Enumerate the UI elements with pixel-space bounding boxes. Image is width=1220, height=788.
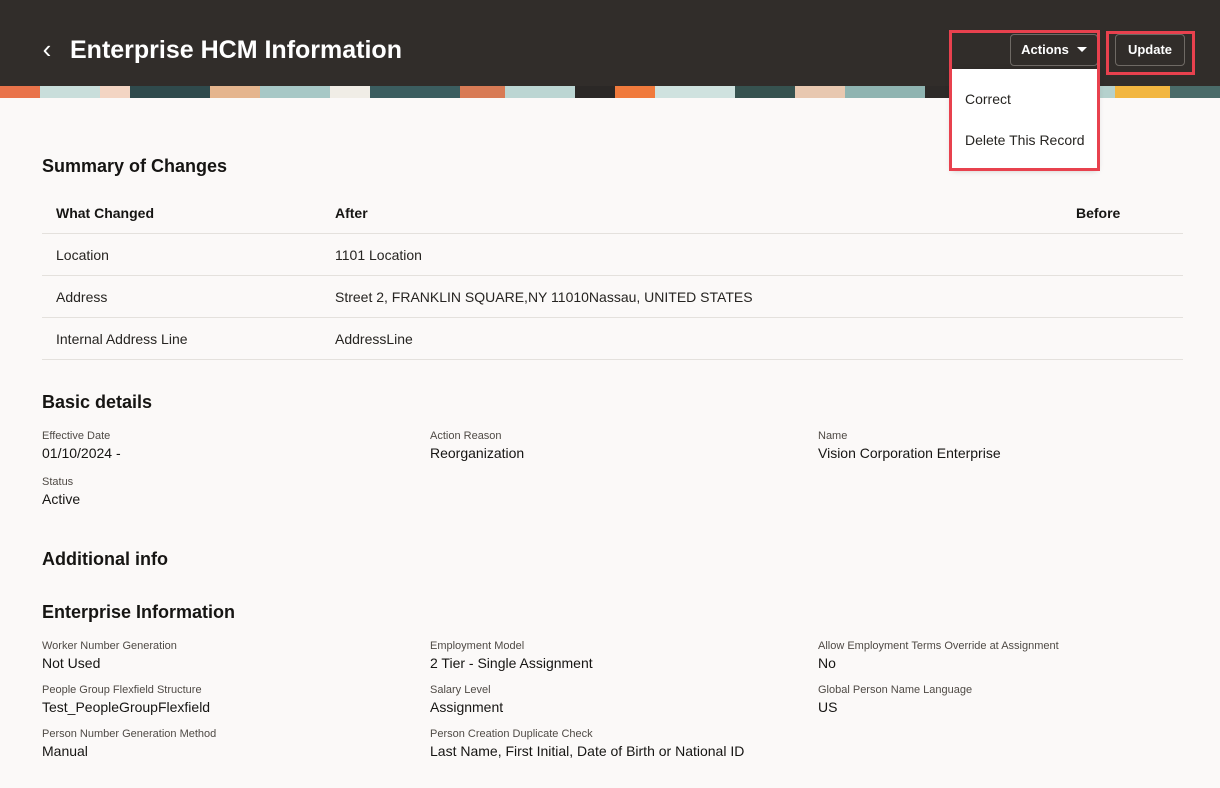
field-value: Assignment: [430, 699, 504, 715]
field-label: Person Number Generation Method: [42, 728, 217, 740]
field-salary-level: Salary Level Assignment: [430, 684, 503, 716]
field-person-creation-duplicate-check: Person Creation Duplicate Check Last Nam…: [430, 728, 744, 760]
menu-item-delete-record[interactable]: Delete This Record: [965, 132, 1085, 148]
field-label: Person Creation Duplicate Check: [430, 728, 593, 740]
field-label: Effective Date: [42, 430, 111, 442]
cell-what-changed: Location: [56, 247, 109, 263]
field-label: Allow Employment Terms Override at Assig…: [818, 640, 1059, 652]
field-value: Test_PeopleGroupFlexfield: [42, 699, 211, 715]
field-label: Status: [42, 476, 74, 488]
field-value: Not Used: [42, 655, 101, 671]
actions-button-label: Actions: [1021, 42, 1069, 57]
table-row: Location 1101 Location: [42, 234, 1183, 276]
field-label: Salary Level: [430, 684, 491, 696]
field-value: Active: [42, 491, 81, 507]
summary-title: Summary of Changes: [42, 156, 228, 176]
field-allow-employment-terms-override: Allow Employment Terms Override at Assig…: [818, 640, 1059, 672]
summary-table: What Changed After Before Location 1101 …: [42, 192, 1183, 360]
field-action-reason: Action Reason Reorganization: [430, 430, 524, 462]
field-label: Employment Model: [430, 640, 525, 652]
back-icon[interactable]: ‹: [36, 34, 58, 64]
basic-details-title: Basic details: [42, 392, 153, 412]
field-status: Status Active: [42, 476, 80, 508]
field-value: US: [818, 699, 838, 715]
field-name: Name Vision Corporation Enterprise: [818, 430, 1001, 462]
table-row: Internal Address Line AddressLine: [42, 318, 1183, 360]
field-value: No: [818, 655, 836, 671]
menu-item-correct[interactable]: Correct: [965, 91, 1011, 107]
field-label: People Group Flexfield Structure: [42, 684, 202, 696]
cell-what-changed: Internal Address Line: [56, 331, 188, 347]
field-label: Name: [818, 430, 848, 442]
field-effective-date: Effective Date 01/10/2024 -: [42, 430, 121, 462]
cell-what-changed: Address: [56, 289, 108, 305]
field-label: Action Reason: [430, 430, 502, 442]
actions-menu: Correct Delete This Record: [952, 69, 1097, 168]
field-value: Vision Corporation Enterprise: [818, 445, 1001, 461]
table-header: What Changed After Before: [42, 192, 1183, 234]
field-value: Manual: [42, 743, 88, 759]
additional-info-title: Additional info: [42, 549, 168, 569]
field-person-number-generation-method: Person Number Generation Method Manual: [42, 728, 216, 760]
field-value: 2 Tier - Single Assignment: [430, 655, 593, 671]
column-header-before: Before: [1076, 205, 1121, 221]
page-title: Enterprise HCM Information: [70, 36, 402, 64]
cell-after: AddressLine: [335, 331, 413, 347]
caret-down-icon: [1076, 47, 1087, 53]
field-value: Last Name, First Initial, Date of Birth …: [430, 743, 745, 759]
field-people-group-flexfield: People Group Flexfield Structure Test_Pe…: [42, 684, 210, 716]
cell-after: 1101 Location: [335, 247, 422, 263]
field-label: Worker Number Generation: [42, 640, 177, 652]
field-global-person-name-language: Global Person Name Language US: [818, 684, 972, 716]
actions-button[interactable]: Actions: [1010, 34, 1098, 66]
cell-after: Street 2, FRANKLIN SQUARE,NY 11010Nassau…: [335, 289, 753, 305]
field-value: Reorganization: [430, 445, 525, 461]
enterprise-info-title: Enterprise Information: [42, 602, 236, 622]
update-button[interactable]: Update: [1115, 34, 1185, 66]
field-employment-model: Employment Model 2 Tier - Single Assignm…: [430, 640, 593, 672]
column-header-what-changed: What Changed: [56, 205, 154, 221]
column-header-after: After: [335, 205, 368, 221]
field-value: 01/10/2024 -: [42, 445, 121, 461]
field-label: Global Person Name Language: [818, 684, 973, 696]
table-row: Address Street 2, FRANKLIN SQUARE,NY 110…: [42, 276, 1183, 318]
field-worker-number-generation: Worker Number Generation Not Used: [42, 640, 177, 672]
